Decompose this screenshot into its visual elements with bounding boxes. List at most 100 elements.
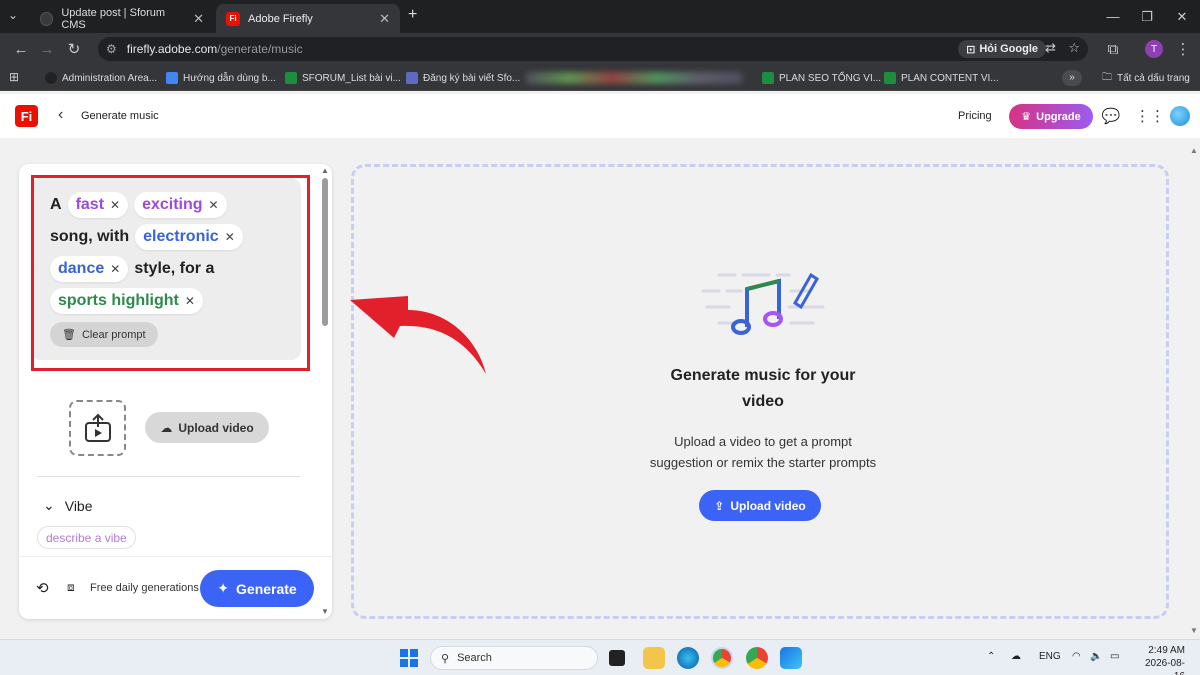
clear-prompt-button[interactable]: 🗑 Clear prompt	[50, 322, 158, 347]
scroll-up-arrow[interactable]: ▲	[321, 166, 329, 175]
tab-search-icon[interactable]: ⌄	[8, 8, 18, 22]
menu-icon[interactable]: ⋮	[1172, 39, 1194, 59]
upload-video-icon	[84, 413, 111, 442]
tab-adobe-firefly[interactable]: Fi Adobe Firefly ✕	[216, 4, 400, 33]
folder-icon: 🗀	[1102, 71, 1112, 83]
maximize-button[interactable]: ❐	[1127, 0, 1167, 33]
bookmark-star-icon[interactable]: ☆	[1068, 40, 1080, 56]
more-bookmarks-icon[interactable]: »	[1062, 70, 1082, 86]
edge-icon[interactable]	[677, 647, 699, 669]
page-title: Generate music	[81, 110, 159, 122]
page-scroll-down-arrow[interactable]: ▼	[1190, 626, 1198, 635]
forms-icon	[406, 72, 418, 84]
remove-chip-icon[interactable]: ✕	[110, 262, 120, 276]
back-button[interactable]: ←	[10, 39, 32, 59]
chrome-icon[interactable]	[711, 647, 733, 669]
profile-avatar[interactable]: T	[1145, 40, 1163, 58]
history-icon[interactable]: ⟲	[36, 579, 49, 597]
video-dropzone[interactable]: Generate music for your video Upload a v…	[351, 164, 1169, 619]
start-tile-2	[410, 649, 418, 657]
site-info-icon[interactable]: ⚙	[106, 42, 117, 56]
close-window-button[interactable]: ✕	[1162, 0, 1200, 33]
chip-electronic[interactable]: electronic ✕	[135, 224, 243, 250]
blurred-bookmarks	[525, 72, 743, 84]
bookmark-item[interactable]: PLAN CONTENT VI...	[884, 70, 999, 86]
chip-fast[interactable]: fast ✕	[67, 192, 129, 218]
new-tab-button[interactable]: +	[408, 6, 417, 24]
extensions-icon[interactable]: ⧉	[1102, 39, 1124, 59]
divider	[37, 476, 300, 477]
music-notes-illustration	[701, 272, 825, 335]
page-scroll-up-arrow[interactable]: ▲	[1190, 146, 1198, 155]
battery-icon[interactable]: ▭	[1110, 651, 1119, 662]
translate-icon[interactable]: ⇄	[1045, 40, 1056, 56]
chevron-down-icon: ⌄	[43, 497, 55, 513]
annotation-arrow	[350, 296, 486, 374]
pricing-link[interactable]: Pricing	[958, 110, 992, 122]
crown-icon: ♛	[1021, 111, 1032, 123]
video-drop-box[interactable]	[69, 400, 126, 456]
bookmark-item[interactable]: Đăng ký bài viết Sfo...	[406, 70, 520, 86]
panel-scrollbar[interactable]	[322, 178, 328, 326]
remove-chip-icon[interactable]: ✕	[209, 198, 219, 212]
remove-chip-icon[interactable]: ✕	[225, 230, 235, 244]
vibe-input[interactable]: describe a vibe	[37, 526, 136, 549]
vibe-section-header[interactable]: ⌄ Vibe	[43, 497, 93, 514]
user-avatar[interactable]	[1170, 106, 1190, 126]
upload-icon: ⇪	[714, 498, 725, 513]
firefly-logo[interactable]: Fi	[15, 105, 38, 127]
mail-app-icon[interactable]	[780, 647, 802, 669]
generate-button[interactable]: ✦ Generate	[200, 570, 314, 607]
chip-exciting[interactable]: exciting ✕	[134, 192, 227, 218]
tray-chevron-icon[interactable]: ⌃	[987, 651, 995, 662]
bookmark-item[interactable]: Administration Area...	[45, 70, 157, 86]
start-tile-4	[410, 659, 418, 667]
upload-video-button[interactable]: ☁ Upload video	[145, 412, 269, 443]
back-chevron-icon[interactable]: ‹	[58, 106, 63, 124]
apps-grid-icon[interactable]: ⋮⋮	[1135, 106, 1165, 126]
language-indicator[interactable]: ENG	[1039, 651, 1061, 662]
start-tile-3	[400, 659, 408, 667]
upgrade-button[interactable]: ♛ Upgrade	[1009, 104, 1093, 129]
taskbar-search[interactable]: ⚲ Search	[430, 646, 598, 670]
firefly-header: Fi ‹ Generate music Pricing ♛ Upgrade 💬 ⋮…	[0, 94, 1200, 138]
bookmarks-bar: ⊞ Administration Area... Hướng dẫn dùng …	[0, 65, 1200, 91]
bookmark-item[interactable]: Hướng dẫn dùng b...	[166, 70, 276, 86]
prompt-box[interactable]: A fast ✕ exciting ✕ song, with electronic ✕…	[31, 178, 301, 360]
sheets-icon	[762, 72, 774, 84]
apps-grid-icon[interactable]: ⊞	[9, 70, 19, 84]
remove-chip-icon[interactable]: ✕	[185, 294, 195, 308]
scroll-down-arrow[interactable]: ▼	[321, 607, 329, 616]
remove-chip-icon[interactable]: ✕	[110, 198, 120, 212]
trash-icon: 🗑	[62, 329, 76, 341]
browser-tab-strip: ⌄ Update post | Sforum CMS ✕ Fi Adobe Fi…	[0, 0, 1200, 33]
bookmark-item[interactable]: SFORUM_List bài vi...	[285, 70, 401, 86]
chrome-profile-icon[interactable]	[746, 647, 768, 669]
upload-video-primary-button[interactable]: ⇪ Upload video	[699, 490, 821, 521]
address-bar[interactable]: ⚙ firefly.adobe.com/generate/music ⊡ Hỏi …	[98, 37, 1088, 61]
chip-dance[interactable]: dance ✕	[50, 256, 129, 282]
close-tab-icon[interactable]: ✕	[379, 11, 390, 27]
forward-button[interactable]: →	[36, 39, 58, 59]
feedback-icon[interactable]: 💬	[1101, 106, 1121, 126]
volume-icon[interactable]: 🔈	[1090, 651, 1102, 662]
clock[interactable]: 2:49 AM 2026-08-16	[1137, 644, 1185, 675]
windows-taskbar: ⚲Search ⌃ ☁ ENG ◠ 🔈 ▭ 2:49 AM 2026-08-16	[0, 639, 1200, 675]
browser-toolbar: ← → ↻ ⚙ firefly.adobe.com/generate/music…	[0, 33, 1200, 65]
chip-sports-highlight[interactable]: sports highlight ✕	[50, 288, 203, 314]
all-bookmarks-folder[interactable]: 🗀 Tất cả dấu trang	[1102, 70, 1190, 86]
credits-icon: ⧈	[67, 580, 75, 594]
windows-start-icon[interactable]	[400, 649, 418, 667]
tab-sforum-cms[interactable]: Update post | Sforum CMS ✕	[30, 4, 214, 33]
start-tile-1	[400, 649, 408, 657]
panel-footer: ⟲ ⧈ Free daily generations ✦ Generate	[19, 556, 332, 619]
ask-google-button[interactable]: ⊡ Hỏi Google	[958, 40, 1046, 58]
wifi-icon[interactable]: ◠	[1072, 651, 1081, 662]
task-view-icon[interactable]	[609, 650, 625, 666]
file-explorer-icon[interactable]	[643, 647, 665, 669]
close-tab-icon[interactable]: ✕	[193, 11, 204, 27]
reload-button[interactable]: ↻	[63, 39, 85, 59]
cloud-upload-icon: ☁	[160, 420, 173, 435]
bookmark-item[interactable]: PLAN SEO TỔNG VI...	[762, 70, 881, 86]
onedrive-icon[interactable]: ☁	[1011, 651, 1021, 662]
